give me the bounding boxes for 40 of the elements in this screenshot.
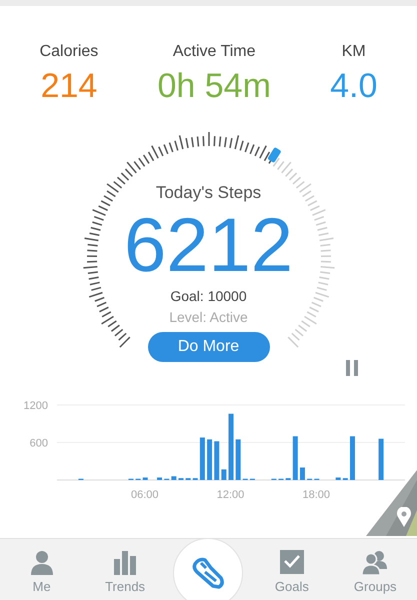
nav-tab[interactable]: Trends (90, 548, 160, 600)
step-bar (142, 478, 148, 480)
x-tick-label: 12:00 (216, 489, 244, 501)
x-tick-label: 06:00 (130, 489, 159, 501)
step-bar (214, 441, 220, 480)
step-bar (378, 438, 384, 480)
stat-value: 4.0 (330, 66, 378, 107)
stat-value: 0h 54m (157, 66, 271, 107)
step-bar (350, 436, 355, 480)
progress-marker (266, 146, 281, 164)
step-bar (336, 478, 341, 480)
map-pin-icon (397, 507, 411, 527)
y-tick-label: 600 (30, 438, 48, 450)
step-bar (200, 438, 205, 480)
step-bar (292, 436, 298, 480)
step-bar (236, 439, 241, 480)
bar-chart-icon (112, 548, 138, 574)
x-tick-label: 18:00 (302, 489, 330, 501)
do-more-button[interactable]: Do More (148, 332, 270, 362)
nav-tab[interactable]: Goals (256, 548, 327, 600)
step-bar (171, 476, 176, 480)
pause-icon (346, 360, 358, 376)
step-bar (228, 414, 234, 480)
stat-label: Active Time (172, 42, 256, 62)
checkbox-icon (278, 548, 305, 574)
activity-level: Level: Active (169, 308, 248, 326)
step-bar (300, 468, 305, 480)
nav-tab[interactable]: Groups (340, 548, 410, 600)
stat-label: Calories (40, 42, 98, 62)
steps-goal: Goal: 10000 (170, 286, 247, 306)
nav-tab[interactable]: Me (6, 548, 77, 600)
step-bar (221, 469, 226, 480)
y-tick-label: 1200 (24, 400, 48, 412)
step-bar (157, 478, 162, 480)
steps-count: 6212 (124, 206, 294, 286)
stat-label: KM (342, 42, 366, 62)
step-bar (207, 439, 212, 480)
stat-value: 214 (40, 66, 98, 107)
person-icon (28, 548, 55, 574)
steps-title: Today's Steps (156, 182, 262, 204)
